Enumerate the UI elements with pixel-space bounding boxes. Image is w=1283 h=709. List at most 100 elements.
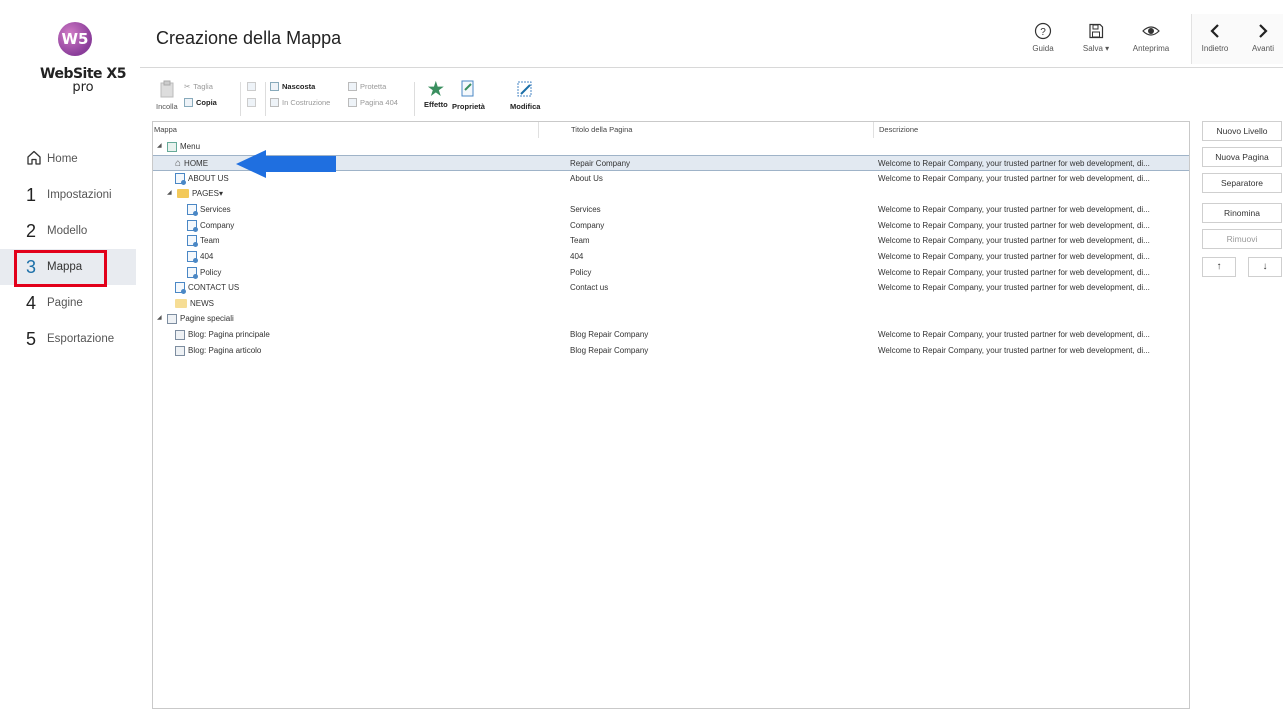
protected-button[interactable]: Protetta: [348, 82, 386, 91]
cut-button[interactable]: ✂ Taglia: [184, 82, 213, 91]
step-number: 2: [26, 220, 37, 241]
copy-icon: [184, 98, 193, 107]
preview-button[interactable]: Anteprima: [1128, 20, 1174, 53]
column-header-title[interactable]: Titolo della Pagina: [570, 122, 632, 138]
help-icon: ?: [1020, 20, 1066, 42]
tree-row-404[interactable]: 404 404 Welcome to Repair Company, your …: [153, 249, 1189, 265]
remove-button[interactable]: Rimuovi: [1202, 229, 1282, 249]
node-label: Blog: Pagina articolo: [188, 346, 262, 355]
edit-button[interactable]: Modifica: [510, 80, 540, 111]
sidebar-item-modello[interactable]: 2 Modello: [0, 213, 136, 249]
description-cell: Welcome to Repair Company, your trusted …: [878, 252, 1150, 261]
node-label: NEWS: [190, 299, 214, 308]
tree-row-news[interactable]: NEWS: [153, 296, 1189, 312]
page-icon: [175, 282, 186, 295]
properties-label: Proprietà: [452, 102, 485, 111]
page-hidden-icon: [270, 82, 279, 91]
node-label: HOME: [184, 159, 209, 168]
folder-icon: [175, 299, 187, 309]
page-icon: [187, 235, 198, 248]
paste-button[interactable]: Incolla: [156, 80, 178, 111]
indent-button[interactable]: [247, 82, 256, 91]
new-level-button[interactable]: Nuovo Livello: [1202, 121, 1282, 141]
description-cell: Welcome to Repair Company, your trusted …: [878, 346, 1150, 355]
page-title-cell: Services: [570, 205, 601, 214]
page-icon: [187, 204, 198, 217]
construction-icon: [270, 98, 279, 107]
column-divider: [538, 122, 539, 138]
sidebar-item-home[interactable]: Home: [0, 141, 136, 177]
column-header-map[interactable]: Mappa: [153, 122, 177, 138]
effect-button[interactable]: ★ Effetto: [424, 80, 448, 109]
star-icon: ★: [427, 79, 444, 99]
expand-icon: ◢: [157, 143, 162, 149]
tree-row-contact[interactable]: CONTACT US Contact us Welcome to Repair …: [153, 280, 1189, 296]
tree-row-special-pages[interactable]: ◢ Pagine speciali: [153, 311, 1189, 327]
annotation-arrow-icon: [236, 150, 336, 178]
page-404-button[interactable]: Pagina 404: [348, 98, 398, 107]
expand-icon: ◢: [157, 315, 162, 321]
hidden-button[interactable]: Nascosta: [270, 82, 315, 91]
toolbar-divider: [240, 82, 241, 116]
column-divider: [873, 122, 874, 138]
separator-button[interactable]: Separatore: [1202, 173, 1282, 193]
help-button[interactable]: ? Guida: [1020, 20, 1066, 53]
save-icon: [1073, 20, 1119, 42]
sidebar-item-label: Pagine: [47, 297, 83, 309]
sidebar-item-label: Esportazione: [47, 333, 115, 345]
help-label: Guida: [1032, 44, 1054, 53]
column-header-description[interactable]: Descrizione: [878, 122, 918, 138]
tree-row-policy[interactable]: Policy Policy Welcome to Repair Company,…: [153, 265, 1189, 281]
sidebar-item-pagine[interactable]: 4 Pagine: [0, 285, 136, 321]
back-button[interactable]: Indietro: [1192, 20, 1238, 53]
tree-row-company[interactable]: Company Company Welcome to Repair Compan…: [153, 218, 1189, 234]
new-page-button[interactable]: Nuova Pagina: [1202, 147, 1282, 167]
forward-button[interactable]: Avanti: [1240, 20, 1283, 53]
node-label: Menu: [180, 142, 201, 151]
sidebar-item-label: Modello: [47, 225, 88, 237]
logo-mark: W5: [58, 22, 92, 56]
highlight-box: [14, 250, 107, 287]
expand-icon: ◢: [167, 190, 172, 196]
lock-icon: [348, 82, 357, 91]
node-label: CONTACT US: [188, 283, 240, 292]
folder-icon: [177, 189, 189, 199]
step-number: 4: [26, 292, 37, 313]
page-title-cell: Blog Repair Company: [570, 346, 649, 355]
move-up-button[interactable]: ↑: [1202, 257, 1236, 277]
copy-button[interactable]: Copia: [184, 98, 217, 107]
description-cell: Welcome to Repair Company, your trusted …: [878, 159, 1150, 168]
tree-row-pages[interactable]: ◢ PAGES▾: [153, 186, 1189, 202]
tree-row-blog-main[interactable]: Blog: Pagina principale Blog Repair Comp…: [153, 327, 1189, 343]
home-icon: ⌂: [175, 158, 182, 169]
special-pages-icon: [167, 313, 177, 324]
tree-row-services[interactable]: Services Services Welcome to Repair Comp…: [153, 202, 1189, 218]
toolbar: Incolla ✂ Taglia Copia Nascosta In Costr…: [152, 76, 712, 120]
sidebar-item-esportazione[interactable]: 5 Esportazione: [0, 321, 136, 357]
site-map-tree[interactable]: Mappa Titolo della Pagina Descrizione ◢ M…: [152, 121, 1190, 709]
step-number: 1: [26, 184, 37, 205]
outdent-button[interactable]: [247, 98, 256, 107]
hidden-label: Nascosta: [282, 82, 316, 91]
description-cell: Welcome to Repair Company, your trusted …: [878, 330, 1150, 339]
under-construction-label: In Costruzione: [282, 98, 331, 107]
copy-label: Copia: [196, 98, 217, 107]
tree-row-blog-article[interactable]: Blog: Pagina articolo Blog Repair Compan…: [153, 343, 1189, 359]
sidebar-item-impostazioni[interactable]: 1 Impostazioni: [0, 177, 136, 213]
node-label: PAGES▾: [192, 189, 223, 198]
save-button[interactable]: Salva ▾: [1073, 20, 1119, 53]
page-404-label: Pagina 404: [360, 98, 398, 107]
under-construction-button[interactable]: In Costruzione: [270, 98, 330, 107]
move-down-button[interactable]: ↓: [1248, 257, 1282, 277]
tree-row-team[interactable]: Team Team Welcome to Repair Company, you…: [153, 233, 1189, 249]
properties-button[interactable]: Proprietà: [452, 80, 485, 111]
sidebar-item-label: Impostazioni: [47, 189, 112, 201]
save-label: Salva ▾: [1082, 44, 1110, 53]
indent-icon: [247, 82, 256, 91]
toolbar-divider: [414, 82, 415, 116]
description-cell: Welcome to Repair Company, your trusted …: [878, 174, 1150, 183]
rename-button[interactable]: Rinomina: [1202, 203, 1282, 223]
step-number: 5: [26, 328, 37, 349]
header: Creazione della Mappa ? Guida Salva ▾ An…: [140, 0, 1283, 68]
page-icon: [187, 220, 198, 233]
